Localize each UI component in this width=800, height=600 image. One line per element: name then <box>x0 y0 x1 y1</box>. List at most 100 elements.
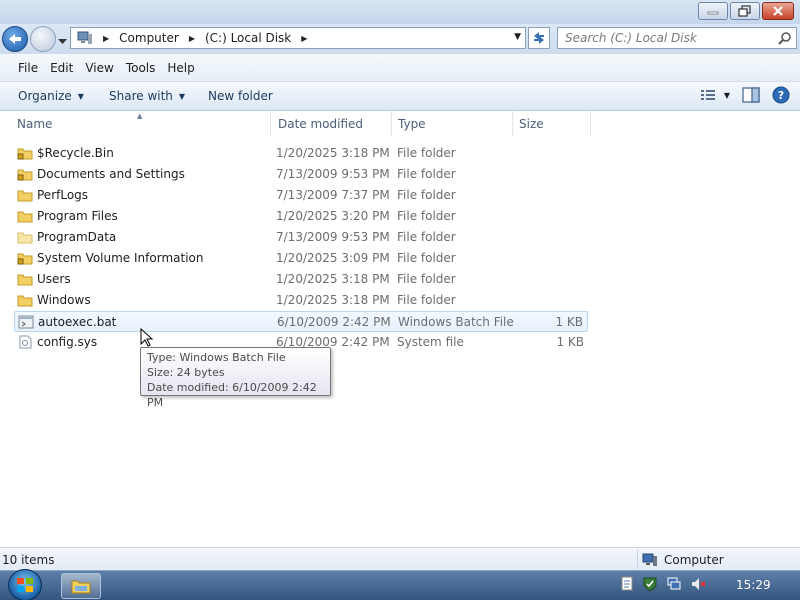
restore-icon <box>738 5 751 17</box>
file-type: File folder <box>397 167 456 181</box>
command-bar: Organize ▼ Share with ▼ New folder ▼ ? <box>0 82 800 111</box>
file-name: PerfLogs <box>37 188 89 202</box>
window-title-bar <box>0 0 800 24</box>
file-type: File folder <box>397 251 456 265</box>
breadcrumb-separator-icon[interactable]: ▶ <box>189 34 195 43</box>
new-folder-button[interactable]: New folder <box>208 89 273 103</box>
system-file-icon <box>17 335 33 349</box>
menu-tools[interactable]: Tools <box>126 61 156 75</box>
tooltip-size: Size: 24 bytes <box>147 366 225 379</box>
file-type: Windows Batch File <box>398 315 514 329</box>
forward-button[interactable] <box>30 26 56 52</box>
windows-logo-icon <box>17 578 33 592</box>
file-type: File folder <box>397 209 456 223</box>
system-tray <box>620 576 706 592</box>
taskbar-explorer-button[interactable] <box>61 573 101 599</box>
share-with-button[interactable]: Share with ▼ <box>109 89 185 103</box>
sort-ascending-icon: ▲ <box>137 112 143 120</box>
locked-folder-icon <box>17 146 33 160</box>
status-location: Computer <box>637 550 724 569</box>
taskbar: 15:29 <box>0 569 800 600</box>
document-icon[interactable] <box>620 576 634 592</box>
back-button[interactable] <box>2 26 28 52</box>
column-headers: Name Date modified Type Size <box>0 111 800 137</box>
file-name: System Volume Information <box>37 251 204 265</box>
search-input[interactable] <box>558 28 768 48</box>
list-item[interactable]: Program Files 1/20/2025 3:20 PM File fol… <box>14 206 588 227</box>
file-type: File folder <box>397 230 456 244</box>
close-icon <box>773 6 783 16</box>
list-item[interactable]: autoexec.bat 6/10/2009 2:42 PM Windows B… <box>14 311 588 332</box>
column-header-date-modified[interactable]: Date modified <box>272 111 392 137</box>
view-controls: ▼ ? <box>700 86 790 104</box>
file-info-tooltip: Type: Windows Batch File Size: 24 bytes … <box>140 347 331 409</box>
help-icon[interactable]: ? <box>772 86 790 104</box>
svg-text:?: ? <box>778 89 784 102</box>
file-name: Program Files <box>37 209 118 223</box>
view-details-icon <box>700 90 715 100</box>
address-dropdown-icon[interactable]: ▼ <box>514 32 521 42</box>
list-item[interactable]: ProgramData 7/13/2009 9:53 PM File folde… <box>14 227 588 248</box>
change-view-button[interactable]: ▼ <box>700 88 730 102</box>
address-bar[interactable]: ▶ Computer ▶ (C:) Local Disk ▶ ▼ <box>70 27 526 49</box>
minimize-button[interactable] <box>698 2 728 20</box>
organize-button[interactable]: Organize ▼ <box>18 89 84 103</box>
search-box[interactable] <box>557 27 797 49</box>
network-icon[interactable] <box>666 576 682 592</box>
volume-muted-icon[interactable] <box>690 576 706 592</box>
start-button[interactable] <box>8 569 42 600</box>
file-size: 1 KB <box>556 335 584 349</box>
file-type: System file <box>397 335 464 349</box>
folder-icon <box>17 209 33 223</box>
file-date: 1/20/2025 3:18 PM <box>276 146 390 160</box>
restore-button[interactable] <box>730 2 760 20</box>
menu-bar: File Edit View Tools Help <box>0 54 800 82</box>
file-type: File folder <box>397 188 456 202</box>
list-item[interactable]: $Recycle.Bin 1/20/2025 3:18 PM File fold… <box>14 143 588 164</box>
mouse-cursor-icon <box>140 328 154 347</box>
status-location-label: Computer <box>664 552 724 567</box>
file-name: Windows <box>37 293 91 307</box>
file-type: File folder <box>397 272 456 286</box>
file-type: File folder <box>397 293 456 307</box>
list-item[interactable]: Documents and Settings 7/13/2009 9:53 PM… <box>14 164 588 185</box>
menu-help[interactable]: Help <box>167 61 194 75</box>
locked-folder-icon <box>17 167 33 181</box>
close-button[interactable] <box>762 2 794 20</box>
chevron-down-icon: ▼ <box>723 90 730 100</box>
item-count: 10 items <box>2 553 55 567</box>
action-center-icon[interactable] <box>642 576 658 592</box>
recent-pages-dropdown[interactable] <box>58 34 67 48</box>
column-header-size[interactable]: Size <box>513 111 591 137</box>
file-date: 1/20/2025 3:09 PM <box>276 251 390 265</box>
file-date: 1/20/2025 3:20 PM <box>276 209 390 223</box>
breadcrumb-computer[interactable]: Computer <box>119 31 179 45</box>
search-icon[interactable] <box>778 31 792 48</box>
column-header-type[interactable]: Type <box>392 111 513 137</box>
list-item[interactable]: PerfLogs 7/13/2009 7:37 PM File folder <box>14 185 588 206</box>
file-date: 7/13/2009 9:53 PM <box>276 167 390 181</box>
breadcrumb-local-disk[interactable]: (C:) Local Disk <box>205 31 291 45</box>
share-with-label: Share with <box>109 89 173 103</box>
breadcrumb-separator-icon[interactable]: ▶ <box>301 34 307 43</box>
menu-file[interactable]: File <box>18 61 38 75</box>
breadcrumb-separator-icon[interactable]: ▶ <box>103 34 109 43</box>
menu-view[interactable]: View <box>85 61 113 75</box>
locked-folder-icon <box>17 251 33 265</box>
file-name: Documents and Settings <box>37 167 185 181</box>
folder-icon <box>17 293 33 307</box>
menu-edit[interactable]: Edit <box>50 61 73 75</box>
refresh-button[interactable] <box>528 27 550 49</box>
file-date: 7/13/2009 9:53 PM <box>276 230 390 244</box>
list-item[interactable]: Windows 1/20/2025 3:18 PM File folder <box>14 290 588 311</box>
list-item[interactable]: Users 1/20/2025 3:18 PM File folder <box>14 269 588 290</box>
taskbar-clock[interactable]: 15:29 <box>736 578 771 592</box>
computer-icon <box>642 553 657 566</box>
new-folder-label: New folder <box>208 89 273 103</box>
breadcrumb: ▶ Computer ▶ (C:) Local Disk ▶ <box>77 31 313 45</box>
preview-pane-icon[interactable] <box>742 87 760 103</box>
batch-file-icon <box>18 315 34 329</box>
file-date: 7/13/2009 7:37 PM <box>276 188 390 202</box>
refresh-icon <box>534 32 544 44</box>
list-item[interactable]: System Volume Information 1/20/2025 3:09… <box>14 248 588 269</box>
